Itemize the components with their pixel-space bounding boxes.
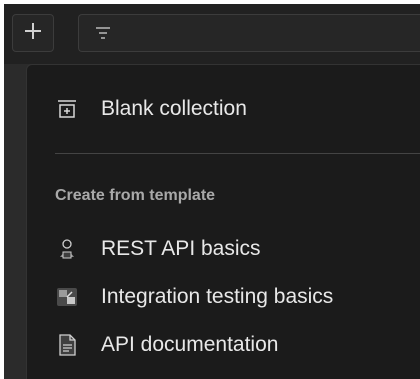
template-label-rest-api-basics: REST API basics: [101, 237, 261, 260]
template-label-integration-testing-basics: Integration testing basics: [101, 285, 334, 308]
integration-testing-icon: [55, 285, 79, 309]
window-edge-left: [0, 0, 4, 379]
filter-search-field[interactable]: [78, 14, 420, 52]
new-collection-button[interactable]: [12, 14, 54, 52]
new-collection-menu: Blank collection Create from template RE…: [26, 64, 420, 379]
blank-collection-label: Blank collection: [101, 97, 247, 120]
blank-collection-item[interactable]: Blank collection: [27, 89, 420, 129]
template-label-api-documentation: API documentation: [101, 333, 279, 356]
collections-toolbar: [0, 0, 420, 64]
window-edge-top: [0, 0, 420, 4]
template-section-heading: Create from template: [55, 187, 216, 204]
api-documentation-icon: [55, 333, 79, 357]
filter-icon: [93, 23, 113, 48]
blank-collection-icon: [55, 97, 79, 121]
template-item-api-documentation[interactable]: API documentation: [27, 325, 420, 365]
template-item-integration-testing-basics[interactable]: Integration testing basics: [27, 277, 420, 317]
plus-icon: [23, 21, 43, 46]
menu-divider: [55, 153, 420, 154]
template-item-rest-api-basics[interactable]: REST API basics: [27, 229, 420, 269]
rest-api-icon: [55, 237, 79, 261]
